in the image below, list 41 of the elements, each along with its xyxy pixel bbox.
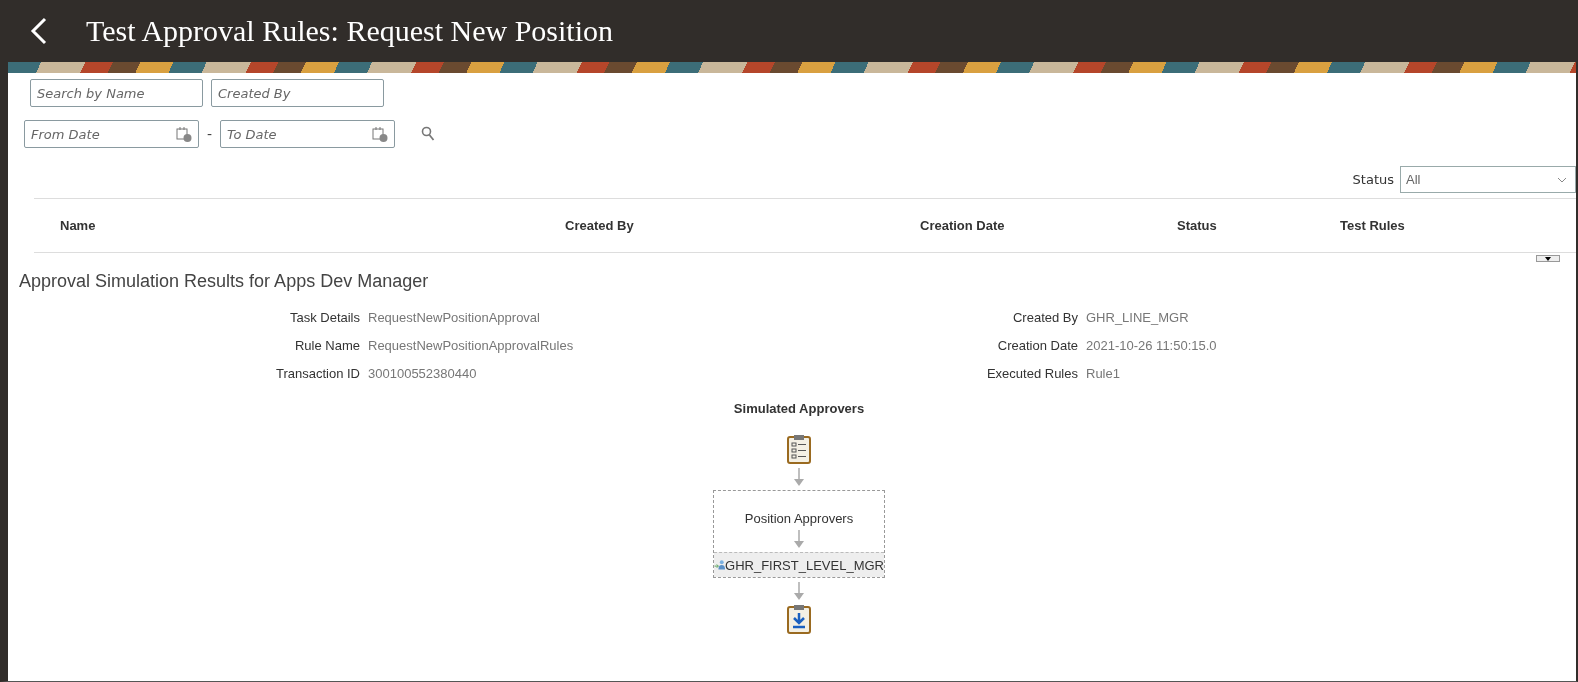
clipboard-download-icon: [787, 604, 811, 634]
column-header: Creation Date: [920, 218, 1006, 233]
down-arrow: [794, 582, 804, 600]
down-arrow: [794, 468, 804, 486]
back-icon[interactable]: [30, 17, 48, 45]
date-separator: -: [207, 126, 213, 142]
detail-value: GHR_LINE_MGR: [1086, 310, 1189, 325]
caret-icon: [1545, 256, 1551, 261]
down-arrow: [794, 530, 804, 548]
clipboard-list-icon: [787, 434, 811, 464]
expand-button[interactable]: [1536, 255, 1560, 262]
results-title: Approval Simulation Results for Apps Dev Manager: [19, 271, 430, 292]
from-date-field[interactable]: From Date: [24, 120, 199, 148]
detail-value: 2021-10-26 11:50:15.0: [1086, 338, 1217, 353]
status-select[interactable]: All: [1400, 166, 1576, 193]
detail-label: Rule Name: [294, 338, 360, 353]
calendar-icon[interactable]: [176, 126, 192, 142]
column-header: Status: [1177, 218, 1218, 233]
detail-value: RequestNewPositionApproval: [368, 310, 540, 325]
detail-label: Task Details: [289, 310, 360, 325]
chevron-down-icon: [1557, 176, 1567, 183]
column-header: Name: [60, 218, 97, 233]
search-by-name-field[interactable]: Search by Name: [30, 79, 203, 107]
detail-value: RequestNewPositionApprovalRules: [368, 338, 574, 353]
diagram-title: Simulated Approvers: [733, 401, 865, 416]
column-header: Created By: [565, 218, 635, 233]
detail-value: Rule1: [1086, 366, 1120, 381]
page-title: Test Approval Rules: Request New Position: [86, 14, 614, 48]
to-date-field[interactable]: To Date: [220, 120, 396, 148]
detail-label: Executed Rules: [986, 366, 1078, 381]
column-header: Test Rules: [1340, 218, 1406, 233]
calendar-icon[interactable]: [372, 126, 389, 142]
group-title: Position Approvers: [744, 511, 854, 526]
search-icon[interactable]: [421, 126, 436, 142]
detail-label: Created By: [1012, 310, 1078, 325]
detail-value: 300100552380440: [368, 366, 477, 381]
created-by-field[interactable]: Created By: [211, 79, 384, 107]
detail-label: Transaction ID: [275, 366, 360, 381]
approver-node[interactable]: GHR_FIRST_LEVEL_MGR: [714, 552, 884, 577]
status-label: Status: [1352, 172, 1394, 187]
detail-label: Creation Date: [997, 338, 1078, 353]
